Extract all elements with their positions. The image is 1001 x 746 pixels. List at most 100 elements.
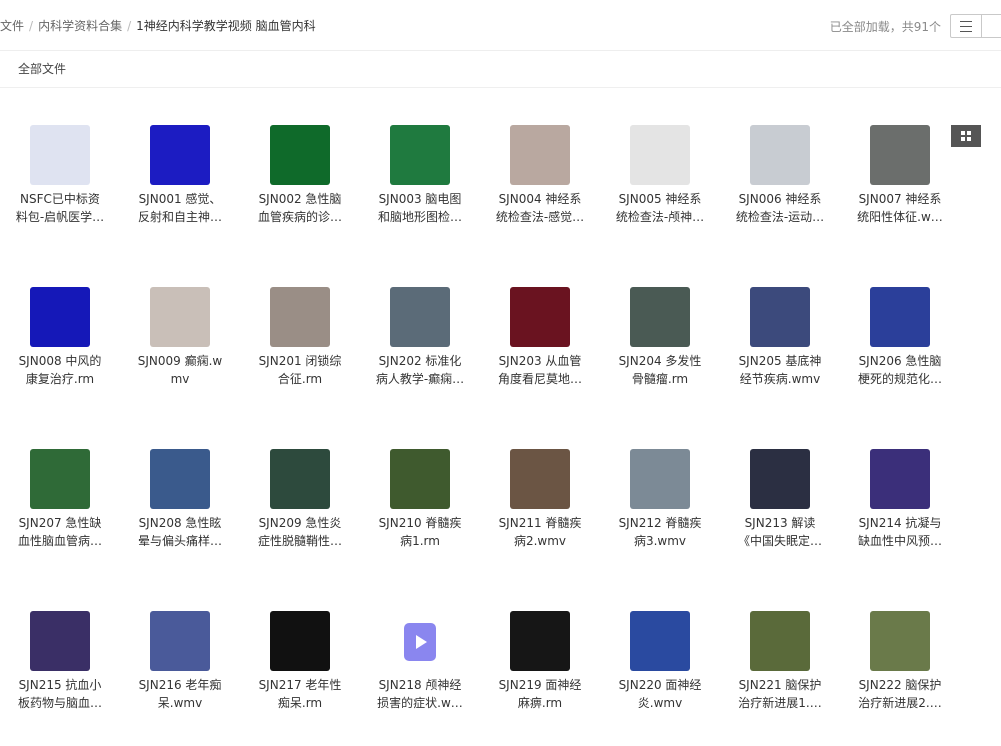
file-name: SJN213 解读 《中国失眠定… xyxy=(720,514,840,550)
file-name-line-2: 统检查法-感觉… xyxy=(495,210,585,224)
file-name-line-2: 骨髓瘤.rm xyxy=(631,372,689,386)
file-name: SJN201 闭锁综 合征.rm xyxy=(240,352,360,388)
file-item[interactable]: SJN006 神经系 统检查法-运动… xyxy=(720,110,840,260)
file-name: SJN211 脊髓疾 病2.wmv xyxy=(480,514,600,550)
list-icon xyxy=(960,20,972,32)
file-name-line-2: mv xyxy=(170,372,190,386)
file-name: SJN205 基底神 经节疾病.wmv xyxy=(720,352,840,388)
file-item[interactable]: SJN208 急性眩 晕与偏头痛样… xyxy=(120,434,240,584)
file-name: SJN218 颅神经 损害的症状.w… xyxy=(360,676,480,712)
file-item[interactable]: NSFC已中标资 料包-启帆医学… xyxy=(0,110,120,260)
file-name: SJN217 老年性 痴呆.rm xyxy=(240,676,360,712)
file-item[interactable]: SJN214 抗凝与 缺血性中风预… xyxy=(840,434,960,584)
file-thumbnail xyxy=(270,449,330,509)
breadcrumb-files[interactable]: 文件 xyxy=(0,19,24,33)
file-item[interactable]: SJN206 急性脑 梗死的规范化… xyxy=(840,272,960,422)
file-thumbnail xyxy=(390,125,450,185)
file-thumbnail xyxy=(510,125,570,185)
file-item[interactable]: SJN215 抗血小 板药物与脑血… xyxy=(0,596,120,746)
file-name-line-2: 和脑地形图检… xyxy=(377,210,462,224)
file-name-line-1: SJN001 感觉、 xyxy=(138,192,222,206)
file-name-line-2: 呆.wmv xyxy=(157,696,203,710)
file-item[interactable]: SJN202 标准化 病人教学-癫痫… xyxy=(360,272,480,422)
file-item[interactable]: SJN218 颅神经 损害的症状.w… xyxy=(360,596,480,746)
file-name: SJN008 中风的 康复治疗.rm xyxy=(0,352,120,388)
file-item[interactable]: SJN001 感觉、 反射和自主神… xyxy=(120,110,240,260)
file-item[interactable]: SJN211 脊髓疾 病2.wmv xyxy=(480,434,600,584)
breadcrumb-separator: / xyxy=(29,19,34,33)
file-name-line-1: SJN202 标准化 xyxy=(378,354,462,368)
file-item[interactable]: SJN220 面神经 炎.wmv xyxy=(600,596,720,746)
file-name: SJN001 感觉、 反射和自主神… xyxy=(120,190,240,226)
file-thumbnail xyxy=(630,125,690,185)
file-name-line-2: 经节疾病.wmv xyxy=(739,372,821,386)
file-item[interactable]: SJN207 急性缺 血性脑血管病… xyxy=(0,434,120,584)
file-name-line-1: SJN002 急性脑 xyxy=(258,192,342,206)
file-thumbnail xyxy=(870,125,930,185)
file-item[interactable]: SJN205 基底神 经节疾病.wmv xyxy=(720,272,840,422)
all-files-label: 全部文件 xyxy=(18,62,67,76)
file-item[interactable]: SJN222 脑保护 治疗新进展2.… xyxy=(840,596,960,746)
file-item[interactable]: SJN201 闭锁综 合征.rm xyxy=(240,272,360,422)
file-item[interactable]: SJN219 面神经 麻痹.rm xyxy=(480,596,600,746)
file-item[interactable]: SJN217 老年性 痴呆.rm xyxy=(240,596,360,746)
breadcrumb-current-folder: 1神经内科学教学视频 脑血管内科 xyxy=(136,19,316,33)
file-thumbnail xyxy=(510,611,570,671)
file-name-line-2: 血性脑血管病… xyxy=(17,534,102,548)
file-thumbnail xyxy=(150,125,210,185)
file-name: SJN212 脊髓疾 病3.wmv xyxy=(600,514,720,550)
file-thumbnail xyxy=(150,449,210,509)
file-name: SJN203 从血管 角度看尼莫地… xyxy=(480,352,600,388)
file-item[interactable]: SJN004 神经系 统检查法-感觉… xyxy=(480,110,600,260)
file-item[interactable]: SJN221 脑保护 治疗新进展1.… xyxy=(720,596,840,746)
file-item[interactable]: SJN212 脊髓疾 病3.wmv xyxy=(600,434,720,584)
file-item[interactable]: SJN216 老年痴 呆.wmv xyxy=(120,596,240,746)
file-name-line-2: 料包-启帆医学… xyxy=(15,210,105,224)
file-thumbnail xyxy=(750,449,810,509)
file-item[interactable]: SJN007 神经系 统阳性体征.w… xyxy=(840,110,960,260)
file-thumbnail xyxy=(390,287,450,347)
file-thumbnail xyxy=(750,611,810,671)
file-name-line-2: 症性脱髓鞘性… xyxy=(257,534,342,548)
file-name-line-1: SJN216 老年痴 xyxy=(138,678,222,692)
file-name: SJN210 脊髓疾 病1.rm xyxy=(360,514,480,550)
file-name-line-1: SJN219 面神经 xyxy=(498,678,582,692)
file-name-line-1: NSFC已中标资 xyxy=(20,192,100,206)
file-name: SJN006 神经系 统检查法-运动… xyxy=(720,190,840,226)
file-name-line-1: SJN201 闭锁综 xyxy=(258,354,342,368)
file-thumbnail xyxy=(510,449,570,509)
file-item[interactable]: SJN009 癫痫.w mv xyxy=(120,272,240,422)
file-item[interactable]: SJN008 中风的 康复治疗.rm xyxy=(0,272,120,422)
file-name-line-1: SJN007 神经系 xyxy=(858,192,942,206)
file-name-line-1: SJN008 中风的 xyxy=(18,354,102,368)
file-name-line-1: SJN207 急性缺 xyxy=(18,516,102,530)
play-icon xyxy=(404,623,436,661)
file-name-line-1: SJN209 急性炎 xyxy=(258,516,342,530)
file-thumbnail xyxy=(390,449,450,509)
file-name-line-2: 治疗新进展1.… xyxy=(738,696,822,710)
file-item[interactable]: SJN209 急性炎 症性脱髓鞘性… xyxy=(240,434,360,584)
breadcrumb-collection[interactable]: 内科学资料合集 xyxy=(38,19,122,33)
list-view-button[interactable] xyxy=(951,15,982,37)
file-item[interactable]: SJN210 脊髓疾 病1.rm xyxy=(360,434,480,584)
file-name: SJN005 神经系 统检查法-颅神… xyxy=(600,190,720,226)
subheader: 全部文件 xyxy=(0,50,1001,88)
file-name: SJN208 急性眩 晕与偏头痛样… xyxy=(120,514,240,550)
file-name-line-2: 缺血性中风预… xyxy=(857,534,942,548)
file-name-line-1: SJN205 基底神 xyxy=(738,354,822,368)
file-name-line-2: 痴呆.rm xyxy=(277,696,323,710)
file-item[interactable]: SJN203 从血管 角度看尼莫地… xyxy=(480,272,600,422)
load-status: 已全部加载，共91个 xyxy=(829,20,941,34)
file-name: SJN002 急性脑 血管疾病的诊… xyxy=(240,190,360,226)
file-name: SJN009 癫痫.w mv xyxy=(120,352,240,388)
file-name-line-2: 病3.wmv xyxy=(633,534,687,548)
file-item[interactable]: SJN003 脑电图 和脑地形图检… xyxy=(360,110,480,260)
file-thumbnail xyxy=(30,449,90,509)
file-item[interactable]: SJN005 神经系 统检查法-颅神… xyxy=(600,110,720,260)
file-name-line-2: 《中国失眠定… xyxy=(737,534,822,548)
file-item[interactable]: SJN204 多发性 骨髓瘤.rm xyxy=(600,272,720,422)
file-name: SJN003 脑电图 和脑地形图检… xyxy=(360,190,480,226)
file-name-line-1: SJN009 癫痫.w xyxy=(137,354,223,368)
file-item[interactable]: SJN213 解读 《中国失眠定… xyxy=(720,434,840,584)
file-item[interactable]: SJN002 急性脑 血管疾病的诊… xyxy=(240,110,360,260)
